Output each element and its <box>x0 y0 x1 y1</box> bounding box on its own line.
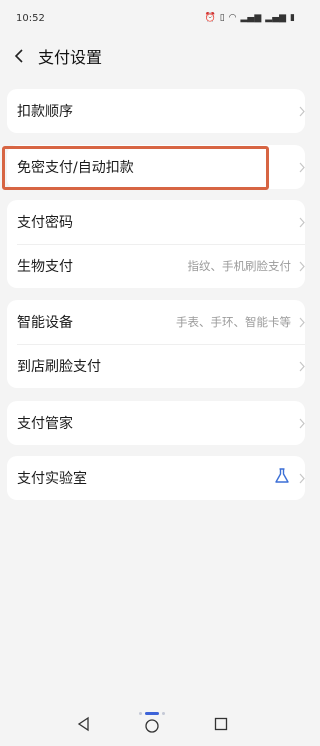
settings-group-security: 支付密码 生物支付 指纹、手机刷脸支付 <box>7 200 305 288</box>
system-nav-bar <box>0 706 305 746</box>
circle-home-icon <box>145 719 160 733</box>
row-hint: 指纹、手机刷脸支付 <box>187 259 292 273</box>
chevron-right-icon <box>297 360 305 372</box>
back-button[interactable] <box>4 36 34 76</box>
chevron-right-icon <box>297 417 305 429</box>
status-icons: ⏰ ▯ ◠ ▂▄▆ ▂▄▆ ▮ <box>204 13 295 23</box>
alarm-icon: ⏰ <box>204 13 216 23</box>
nav-bar: 支付设置 <box>0 36 305 76</box>
row-label: 扣款顺序 <box>17 104 73 120</box>
square-recents-icon <box>214 717 227 731</box>
chevron-right-icon <box>297 316 305 328</box>
row-label: 支付管家 <box>17 416 73 432</box>
settings-group-auto-pay: 免密支付/自动扣款 <box>7 145 305 189</box>
row-label: 免密支付/自动扣款 <box>17 160 134 176</box>
chevron-right-icon <box>297 260 305 272</box>
page-title: 支付设置 <box>38 48 103 67</box>
settings-group-order: 扣款顺序 <box>7 89 305 133</box>
settings-row-pay-manager[interactable]: 支付管家 <box>7 401 305 445</box>
settings-group-lab: 支付实验室 <box>7 456 305 500</box>
chevron-right-icon <box>297 216 305 228</box>
row-hint: 手表、手环、智能卡等 <box>176 315 291 329</box>
wifi-icon: ◠ <box>228 13 237 23</box>
row-label: 支付密码 <box>17 215 73 231</box>
row-label: 支付实验室 <box>17 471 87 487</box>
settings-row-pay-lab[interactable]: 支付实验室 <box>7 456 305 500</box>
chevron-right-icon <box>297 472 305 484</box>
chevron-right-icon <box>297 105 305 117</box>
status-time: 10:52 <box>16 12 45 24</box>
flask-icon <box>273 467 291 489</box>
vibrate-icon: ▯ <box>219 13 225 23</box>
settings-row-biometric-pay[interactable]: 生物支付 指纹、手机刷脸支付 <box>7 244 305 288</box>
row-label: 智能设备 <box>17 315 73 331</box>
signal-icon: ▂▄▆ <box>240 13 262 23</box>
nav-back-button[interactable] <box>76 716 92 736</box>
battery-icon: ▮ <box>290 13 295 23</box>
settings-row-auto-pay[interactable]: 免密支付/自动扣款 <box>7 145 305 189</box>
status-bar: 10:52 ⏰ ▯ ◠ ▂▄▆ ▂▄▆ ▮ <box>0 0 305 36</box>
settings-row-face-pay[interactable]: 到店刷脸支付 <box>7 344 305 388</box>
triangle-back-icon <box>77 716 89 732</box>
nav-home-button[interactable] <box>139 712 166 734</box>
nav-recents-button[interactable] <box>213 716 229 736</box>
row-label: 到店刷脸支付 <box>17 359 101 375</box>
settings-row-deduction-order[interactable]: 扣款顺序 <box>7 89 305 133</box>
settings-row-payment-password[interactable]: 支付密码 <box>7 200 305 244</box>
settings-row-smart-devices[interactable]: 智能设备 手表、手环、智能卡等 <box>7 300 305 344</box>
settings-group-manager: 支付管家 <box>7 401 305 445</box>
settings-group-devices: 智能设备 手表、手环、智能卡等 到店刷脸支付 <box>7 300 305 388</box>
back-arrow-icon <box>14 49 23 63</box>
row-label: 生物支付 <box>17 259 73 275</box>
chevron-right-icon <box>297 161 305 173</box>
page-indicator <box>139 712 166 715</box>
signal-icon: ▂▄▆ <box>265 13 287 23</box>
